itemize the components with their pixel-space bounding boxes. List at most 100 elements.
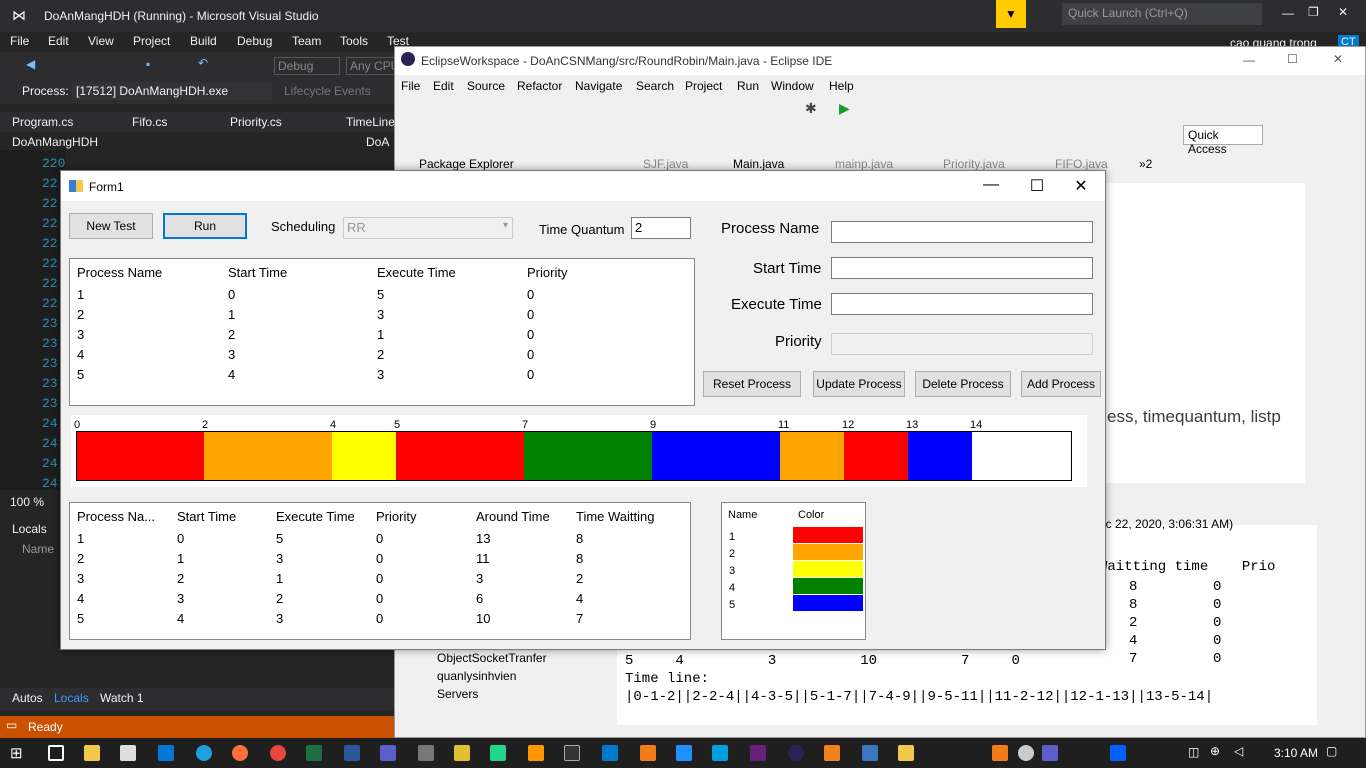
add-process-button[interactable]: Add Process bbox=[1021, 371, 1101, 397]
tab-fifo-cs[interactable]: Fifo.cs bbox=[132, 115, 167, 129]
edge-icon[interactable] bbox=[196, 745, 212, 761]
process-name-input[interactable] bbox=[831, 221, 1093, 243]
config-select[interactable]: Debug bbox=[274, 57, 340, 75]
tab-mainp-java[interactable]: mainp.java bbox=[835, 157, 893, 171]
scope-dropdown[interactable]: DoAnMangHDH bbox=[12, 135, 98, 149]
vs-menu-build[interactable]: Build bbox=[190, 34, 217, 48]
eclipse-maximize-icon[interactable]: ☐ bbox=[1287, 52, 1298, 66]
run-button[interactable]: Run bbox=[163, 213, 247, 239]
ecl-menu-source[interactable]: Source bbox=[467, 79, 505, 93]
dropbox-icon[interactable] bbox=[1110, 745, 1126, 761]
vs-maximize-icon[interactable]: ❐ bbox=[1308, 5, 1319, 19]
zoom-level[interactable]: 100 % bbox=[10, 495, 44, 509]
tab-locals[interactable]: Locals bbox=[54, 691, 89, 705]
tree-item-servers[interactable]: Servers bbox=[437, 687, 478, 701]
sublime-icon[interactable] bbox=[528, 745, 544, 761]
tree-item-objectsockettranfer[interactable]: ObjectSocketTranfer bbox=[437, 651, 547, 665]
visual-studio-icon[interactable] bbox=[750, 745, 766, 761]
eclipse-minimize-icon[interactable]: — bbox=[1243, 53, 1255, 67]
app-icon-6[interactable] bbox=[824, 745, 840, 761]
taskbar-clock[interactable]: 3:10 AM bbox=[1274, 746, 1318, 760]
package-explorer-tab[interactable]: Package Explorer bbox=[419, 157, 514, 171]
run-icon[interactable]: ▶ bbox=[839, 100, 850, 117]
app-icon-3[interactable] bbox=[640, 745, 656, 761]
reset-process-button[interactable]: Reset Process bbox=[703, 371, 801, 397]
form-minimize-icon[interactable]: — bbox=[981, 176, 1001, 194]
vs-menu-project[interactable]: Project bbox=[133, 34, 170, 48]
vs-menu-view[interactable]: View bbox=[88, 34, 114, 48]
new-test-button[interactable]: New Test bbox=[69, 213, 153, 239]
input-process-table[interactable]: Process Name Start Time Execute Time Priori… bbox=[69, 258, 695, 406]
volume-icon[interactable]: ◁ bbox=[1234, 744, 1243, 758]
eclipse-icon[interactable] bbox=[788, 745, 804, 761]
excel-icon[interactable] bbox=[306, 745, 322, 761]
app-icon-2[interactable] bbox=[454, 745, 470, 761]
ecl-menu-project[interactable]: Project bbox=[685, 79, 722, 93]
language-icon[interactable]: ⊕ bbox=[1210, 744, 1220, 758]
back-icon[interactable]: ◀ bbox=[26, 57, 35, 71]
vs-close-icon[interactable]: ✕ bbox=[1338, 5, 1348, 19]
quick-launch-input[interactable]: Quick Launch (Ctrl+Q) bbox=[1062, 3, 1262, 25]
ecl-menu-search[interactable]: Search bbox=[636, 79, 674, 93]
scope-dropdown-2[interactable]: DoA bbox=[366, 135, 389, 149]
tab-watch-1[interactable]: Watch 1 bbox=[100, 691, 144, 705]
vs-menu-tools[interactable]: Tools bbox=[340, 34, 368, 48]
process-select[interactable]: [17512] DoAnMangHDH.exe bbox=[72, 82, 272, 100]
tab-priority-java[interactable]: Priority.java bbox=[943, 157, 1005, 171]
vs-minimize-icon[interactable]: — bbox=[1282, 6, 1294, 20]
app-icon-4[interactable] bbox=[676, 745, 692, 761]
mail-icon[interactable] bbox=[158, 745, 174, 761]
store-icon[interactable] bbox=[120, 745, 136, 761]
time-quantum-input[interactable]: 2 bbox=[631, 217, 691, 239]
vs-menu-edit[interactable]: Edit bbox=[48, 34, 69, 48]
form1-task-icon[interactable] bbox=[898, 745, 914, 761]
ecl-menu-refactor[interactable]: Refactor bbox=[517, 79, 562, 93]
update-process-button[interactable]: Update Process bbox=[813, 371, 905, 397]
tab-fifo-java[interactable]: FIFO.java bbox=[1055, 157, 1108, 171]
delete-process-button[interactable]: Delete Process bbox=[915, 371, 1011, 397]
app-icon-7[interactable] bbox=[862, 745, 878, 761]
quick-access-input[interactable]: Quick Access bbox=[1183, 125, 1263, 156]
task-view-icon[interactable] bbox=[48, 745, 64, 761]
tab-timeline[interactable]: TimeLine bbox=[346, 115, 395, 129]
pycharm-icon[interactable] bbox=[490, 745, 506, 761]
file-explorer-icon[interactable] bbox=[84, 745, 100, 761]
word-icon[interactable] bbox=[344, 745, 360, 761]
start-time-input[interactable] bbox=[831, 257, 1093, 279]
eclipse-close-icon[interactable]: ✕ bbox=[1333, 52, 1343, 66]
network-icon[interactable]: ◫ bbox=[1188, 745, 1199, 759]
save-icon[interactable]: ▪ bbox=[146, 57, 150, 71]
undo-icon[interactable]: ↶ bbox=[198, 56, 208, 70]
result-table[interactable]: Process Na... Start Time Execute Time Prior… bbox=[69, 502, 691, 640]
form-maximize-icon[interactable]: ☐ bbox=[1027, 176, 1047, 196]
tab-sjf-java[interactable]: SJF.java bbox=[643, 157, 688, 171]
ecl-menu-edit[interactable]: Edit bbox=[433, 79, 454, 93]
teams-tray-icon[interactable] bbox=[1042, 745, 1058, 761]
ecl-menu-navigate[interactable]: Navigate bbox=[575, 79, 622, 93]
execute-time-input[interactable] bbox=[831, 293, 1093, 315]
ecl-menu-file[interactable]: File bbox=[401, 79, 420, 93]
tab-program-cs[interactable]: Program.cs bbox=[12, 115, 73, 129]
tab-autos[interactable]: Autos bbox=[12, 691, 43, 705]
teams-icon[interactable] bbox=[380, 745, 396, 761]
start-icon[interactable]: ⊞ bbox=[10, 744, 23, 762]
vs-menu-team[interactable]: Team bbox=[292, 34, 321, 48]
cloud-icon[interactable] bbox=[1018, 745, 1034, 761]
chrome-icon[interactable] bbox=[270, 745, 286, 761]
lifecycle-events[interactable]: Lifecycle Events bbox=[284, 84, 371, 98]
tab-main-java[interactable]: Main.java bbox=[733, 157, 784, 171]
app-icon-5[interactable] bbox=[712, 745, 728, 761]
vscode-icon[interactable] bbox=[602, 745, 618, 761]
ecl-menu-window[interactable]: Window bbox=[771, 79, 814, 93]
tab-overflow[interactable]: »2 bbox=[1139, 157, 1152, 171]
tray-app-icon[interactable] bbox=[992, 745, 1008, 761]
ecl-menu-run[interactable]: Run bbox=[737, 79, 759, 93]
tab-priority-cs[interactable]: Priority.cs bbox=[230, 115, 282, 129]
notification-icon[interactable]: ▢ bbox=[1326, 744, 1337, 758]
priority-input[interactable] bbox=[831, 333, 1093, 355]
debug-icon[interactable]: ✱ bbox=[805, 100, 817, 117]
terminal-icon[interactable] bbox=[564, 745, 580, 761]
firefox-icon[interactable] bbox=[232, 745, 248, 761]
scheduling-select[interactable]: RR ▾ bbox=[343, 217, 513, 239]
vs-menu-file[interactable]: File bbox=[10, 34, 29, 48]
